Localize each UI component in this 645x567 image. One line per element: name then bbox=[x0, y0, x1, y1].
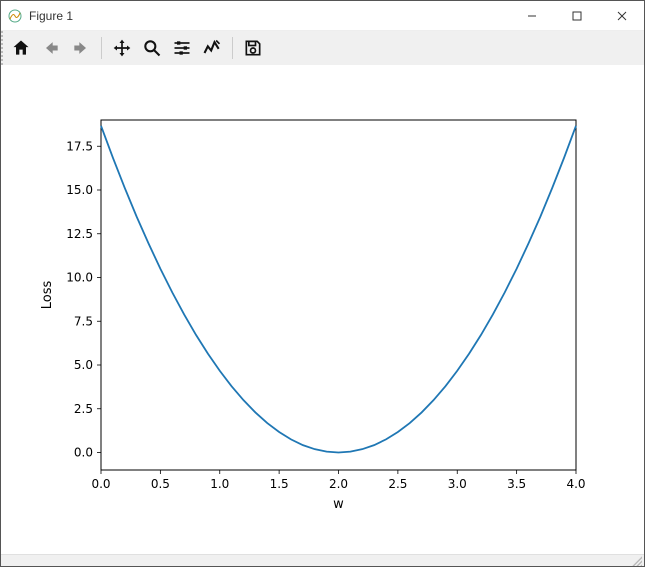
ylabel: Loss bbox=[40, 281, 55, 310]
xtick-label: 2.0 bbox=[329, 477, 348, 491]
toolbar bbox=[1, 31, 644, 65]
ytick-label: 10.0 bbox=[66, 271, 93, 285]
zoom-button[interactable] bbox=[138, 34, 166, 62]
maximize-button[interactable] bbox=[554, 1, 599, 31]
home-button[interactable] bbox=[7, 34, 35, 62]
ytick-label: 17.5 bbox=[66, 139, 93, 153]
line-series bbox=[101, 126, 576, 453]
plot-frame bbox=[101, 120, 576, 470]
xtick-label: 3.5 bbox=[507, 477, 526, 491]
xtick-label: 1.0 bbox=[210, 477, 229, 491]
edit-axis-button[interactable] bbox=[198, 34, 226, 62]
window-titlebar: Figure 1 bbox=[1, 1, 644, 31]
xtick-label: 4.0 bbox=[566, 477, 585, 491]
minimize-button[interactable] bbox=[509, 1, 554, 31]
forward-button[interactable] bbox=[67, 34, 95, 62]
ytick-label: 2.5 bbox=[74, 402, 93, 416]
ytick-label: 0.0 bbox=[74, 446, 93, 460]
xtick-label: 0.5 bbox=[151, 477, 170, 491]
ytick-label: 5.0 bbox=[74, 358, 93, 372]
window-title: Figure 1 bbox=[29, 9, 73, 23]
status-bar bbox=[1, 554, 644, 566]
pan-button[interactable] bbox=[108, 34, 136, 62]
save-button[interactable] bbox=[239, 34, 267, 62]
xtick-label: 3.0 bbox=[448, 477, 467, 491]
xtick-label: 0.0 bbox=[91, 477, 110, 491]
xtick-label: 2.5 bbox=[388, 477, 407, 491]
ytick-label: 12.5 bbox=[66, 227, 93, 241]
resize-grip[interactable] bbox=[630, 554, 642, 566]
ytick-label: 7.5 bbox=[74, 314, 93, 328]
xlabel: w bbox=[333, 497, 344, 512]
toolbar-separator bbox=[101, 37, 102, 59]
back-button[interactable] bbox=[37, 34, 65, 62]
xtick-label: 1.5 bbox=[270, 477, 289, 491]
close-button[interactable] bbox=[599, 1, 644, 31]
toolbar-separator bbox=[232, 37, 233, 59]
configure-button[interactable] bbox=[168, 34, 196, 62]
plot-canvas[interactable]: 0.0 0.5 1.0 1.5 2.0 2.5 3.0 3.5 4.0 0.0 2.5 5.0 7.5 1… bbox=[1, 65, 644, 554]
ytick-label: 15.0 bbox=[66, 183, 93, 197]
app-icon bbox=[7, 8, 23, 24]
